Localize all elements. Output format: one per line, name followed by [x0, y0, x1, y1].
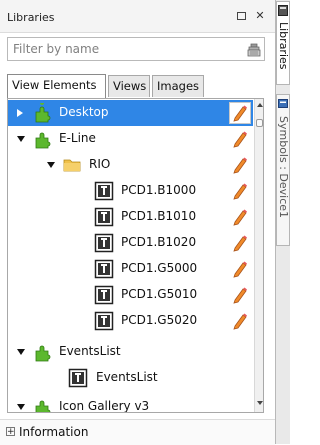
tree-item-eventslist-element[interactable]: EventsList: [8, 365, 253, 391]
libraries-panel: Libraries ✕ View Elements Views Images D…: [0, 0, 276, 445]
view-element-icon: [68, 368, 88, 388]
filter-input[interactable]: [13, 40, 233, 58]
tab-views[interactable]: Views: [108, 75, 150, 97]
edit-pencil-icon[interactable]: [229, 232, 251, 254]
folder-icon: [63, 159, 81, 172]
library-tree: Desktop E-Line RIO PCD1.B1000 PCD1.B1010…: [7, 98, 264, 413]
side-dock: Libraries Symbols : Device1: [276, 0, 290, 444]
tree-item-pcd1-b1000[interactable]: PCD1.B1000: [8, 178, 253, 204]
tree-scrollbar[interactable]: [254, 99, 263, 412]
dock-tab-libraries[interactable]: Libraries: [276, 1, 290, 85]
tree-item-eventslist-library[interactable]: EventsList: [8, 339, 253, 365]
puzzle-library-icon: [35, 132, 51, 149]
collapse-arrow-icon[interactable]: [47, 162, 55, 168]
tab-images[interactable]: Images: [152, 75, 204, 97]
edit-pencil-icon[interactable]: [229, 180, 251, 202]
edit-pencil-icon[interactable]: [229, 206, 251, 228]
tree-item-label: PCD1.B1010: [121, 209, 197, 223]
close-icon[interactable]: ✕: [253, 9, 267, 23]
tree-item-pcd1-b1010[interactable]: PCD1.B1010: [8, 204, 253, 230]
collapse-arrow-icon[interactable]: [17, 349, 25, 355]
collapse-arrow-icon[interactable]: [17, 404, 25, 410]
puzzle-library-icon: [35, 400, 51, 412]
panel-titlebar: Libraries ✕: [0, 0, 275, 33]
tree-item-pcd1-g5000[interactable]: PCD1.G5000: [8, 256, 253, 282]
view-element-icon: [94, 311, 114, 331]
scroll-thumb[interactable]: [256, 119, 263, 127]
restore-icon[interactable]: [234, 9, 248, 23]
tree-item-label: EventsList: [96, 370, 158, 384]
tree-item-pcd1-b1020[interactable]: PCD1.B1020: [8, 230, 253, 256]
edit-pencil-icon[interactable]: [229, 102, 251, 124]
tree-item-label: RIO: [89, 157, 111, 171]
tree-item-label: PCD1.G5010: [121, 287, 198, 301]
tree-item-pcd1-g5010[interactable]: PCD1.G5010: [8, 282, 253, 308]
collapse-arrow-icon[interactable]: [17, 136, 25, 142]
dock-tab-symbols[interactable]: Symbols : Device1: [276, 94, 290, 246]
tree-item-pcd1-g5020[interactable]: PCD1.G5020: [8, 308, 253, 334]
view-element-icon: [94, 207, 114, 227]
tab-view-elements[interactable]: View Elements: [7, 74, 106, 98]
tree-item-label: Desktop: [59, 105, 109, 119]
view-element-icon: [94, 285, 114, 305]
filter-field[interactable]: [7, 37, 265, 61]
libraries-icon: [278, 5, 288, 16]
clear-filter-icon[interactable]: [246, 42, 262, 58]
edit-pencil-icon[interactable]: [229, 128, 251, 150]
dock-tab-label: Symbols : Device1: [277, 116, 290, 219]
puzzle-library-icon: [35, 345, 51, 362]
tree-item-label: PCD1.B1020: [121, 235, 197, 249]
view-element-icon: [94, 259, 114, 279]
edit-pencil-icon[interactable]: [229, 258, 251, 280]
edit-pencil-icon[interactable]: [229, 284, 251, 306]
symbols-icon: [278, 99, 288, 108]
tree-item-rio[interactable]: RIO: [8, 152, 253, 178]
expand-arrow-icon[interactable]: [17, 109, 23, 117]
information-label: Information: [19, 425, 89, 439]
tree-item-label: E-Line: [59, 131, 96, 145]
tree-item-label: PCD1.G5020: [121, 313, 198, 327]
tree-item-label: PCD1.B1000: [121, 183, 197, 197]
tree-item-label: Icon Gallery v3: [59, 399, 150, 413]
tree-item-label: EventsList: [59, 344, 121, 358]
expand-plus-icon[interactable]: +: [6, 427, 15, 437]
tree-item-e-line[interactable]: E-Line: [8, 126, 253, 152]
view-element-icon: [94, 181, 114, 201]
scroll-down-arrow-icon[interactable]: [257, 401, 263, 405]
scroll-up-arrow-icon[interactable]: [257, 103, 263, 107]
view-element-icon: [94, 233, 114, 253]
information-section[interactable]: + Information: [0, 419, 275, 445]
tree-item-desktop[interactable]: Desktop: [8, 100, 253, 126]
tree-item-label: PCD1.G5000: [121, 261, 198, 275]
edit-pencil-icon[interactable]: [229, 310, 251, 332]
puzzle-library-icon: [35, 103, 51, 123]
dock-tab-label: Libraries: [277, 22, 290, 70]
tree-item-icon-gallery-v3[interactable]: Icon Gallery v3: [8, 394, 253, 413]
panel-title: Libraries: [7, 11, 55, 24]
edit-pencil-icon[interactable]: [229, 154, 251, 176]
